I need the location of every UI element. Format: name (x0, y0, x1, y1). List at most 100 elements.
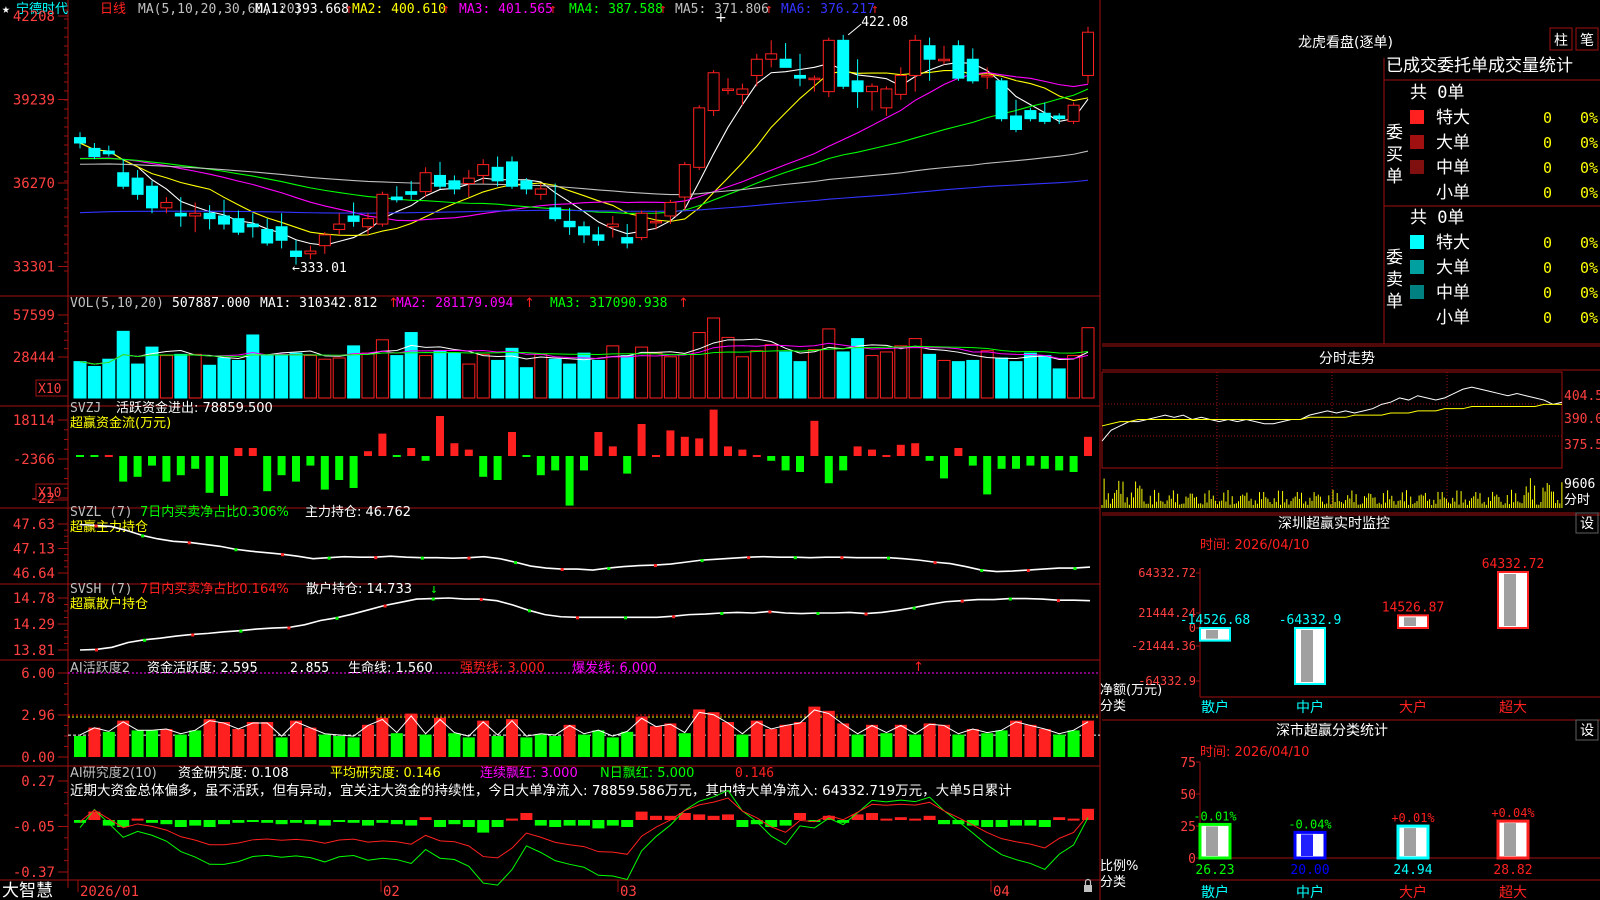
ai2-bar (722, 814, 734, 820)
svzj-bar (277, 456, 286, 476)
lhb-row-pct: 0% (1580, 159, 1598, 177)
ma-line-4 (79, 88, 1089, 214)
volume-bar (1023, 352, 1037, 399)
volume-bar (966, 359, 980, 399)
svzlChart-dot (607, 567, 611, 571)
ai1-bar (822, 710, 835, 757)
monitor-axis-label: -21444.36 (1131, 639, 1196, 653)
candle-body (923, 45, 936, 60)
volume-bar (87, 365, 101, 399)
volume-bar (879, 351, 893, 399)
svzlChart-dot (94, 524, 98, 528)
volume-chart[interactable] (73, 317, 1095, 399)
candle-body (606, 223, 619, 228)
stats-settings-label[interactable]: 设 (1580, 723, 1594, 739)
ai1-bar (160, 729, 173, 757)
intraday-chart[interactable]: 404.5 390.0 375.5 9606分时 (1101, 371, 1600, 510)
svshChart-dot (383, 604, 387, 608)
ai2-bar (275, 820, 288, 825)
svzj-bar (292, 456, 300, 482)
favorite-star-icon[interactable]: ★ (2, 2, 10, 17)
main-chart-header: ★ 宁德时代 日线 MA(5,10,20,30,60,120) MA1: 393… (2, 1, 879, 17)
ai2-comment: 近期大资金总体偏多，虽不活跃，但有异动，宜关注大资金的持续性，今日大单净流入: … (70, 782, 1012, 799)
monitor-bar-shade (1404, 617, 1416, 626)
candle-body (909, 39, 922, 76)
date-label: 04 (993, 884, 1010, 900)
ai1-bar (995, 730, 1008, 757)
volume-bar (1081, 327, 1095, 399)
ai1-bar (333, 736, 346, 757)
ai2-bar (261, 820, 274, 823)
lhb-row-label: 大单 (1436, 258, 1470, 278)
high-marker: 422.08 (861, 15, 908, 30)
svsh-chart[interactable] (79, 597, 1091, 652)
ai2-chart[interactable] (74, 789, 1094, 886)
ai1-t1: 资金活跃度: 2.595 (147, 660, 258, 676)
ai2-bar (318, 820, 331, 826)
volume-bar (635, 346, 649, 399)
candle-body (189, 212, 202, 217)
svshChart-dot (191, 633, 195, 637)
ai1-t3: 生命线: 1.560 (348, 660, 433, 676)
svzj-bar (508, 432, 516, 456)
monitor-settings-label[interactable]: 设 (1580, 516, 1594, 532)
candle-body (318, 234, 331, 247)
intraday-axis-label: 375.5 (1564, 438, 1600, 453)
volume-bar (433, 350, 447, 399)
svzj-bar (623, 456, 632, 474)
monitor-panel: 深圳超赢实时监控 设 时间: 2026/04/10 净额(万元) 分类 6433… (1100, 512, 1600, 716)
svzj-bar (176, 456, 185, 476)
period-label[interactable]: 日线 (100, 2, 126, 17)
svzl-header: SVZL (7) 7日内买卖净占比0.306% 主力持仓: 46.762 超赢主… (70, 504, 411, 535)
vol-ma-label-1: MA1: 310342.812 (260, 296, 377, 311)
svzj-bar (954, 448, 963, 456)
candle-body (750, 58, 763, 76)
ai2-bar (693, 814, 706, 820)
ai1-bar (938, 724, 950, 757)
svshChart-dot (527, 609, 531, 613)
lhb-row-pct: 0% (1580, 184, 1598, 202)
stats-chart[interactable]: 7550250-0.01%26.23散户-0.04%20.00中户+0.01%2… (1180, 756, 1600, 900)
svzj-bar (925, 456, 934, 461)
lhb-row-value: 0 (1543, 284, 1552, 302)
lhb-sell-side: 委 (1386, 248, 1403, 268)
ai1-axis: 6.00 2.96 0.00 (21, 666, 68, 766)
volume-bar (1038, 355, 1052, 399)
lhb-tick-label[interactable]: 笔 (1580, 33, 1594, 49)
scroll-lock-icon[interactable] (1084, 878, 1092, 892)
candle-body (390, 196, 403, 201)
ai1-bar (88, 727, 101, 757)
svzlChart-dot (234, 548, 238, 552)
candle-body (1053, 115, 1066, 120)
vol-ma-arrow: ↑ (678, 296, 689, 311)
stats-bar-shade (1206, 826, 1218, 856)
svshChart-dot (479, 598, 483, 602)
svzl-chart[interactable] (79, 523, 1091, 573)
candle-body (664, 201, 677, 217)
monitor-title: 深圳超赢实时监控 (1278, 515, 1390, 532)
volume-bar (707, 317, 721, 399)
candle-body (174, 212, 187, 217)
candle-body (736, 88, 749, 95)
svzj-bar (896, 444, 905, 456)
svzj-bar (450, 443, 459, 456)
ma-line-6 (79, 179, 1089, 214)
monitor-chart[interactable]: 64332.7221444.240-21444.36-64332.9-14526… (1131, 557, 1600, 716)
candle-body (851, 80, 864, 93)
svzj-bar (479, 456, 488, 477)
svshChart-dot (816, 612, 820, 616)
lhb-color-swatch (1410, 135, 1424, 149)
svshChart-dot (287, 626, 291, 630)
candlestick-chart[interactable]: 422.08 ←333.01 + (74, 10, 1094, 276)
axis-label: 6.00 (21, 666, 55, 682)
ai2-bar (304, 820, 317, 825)
svzj-bar (1055, 456, 1064, 471)
svzj-bar (364, 451, 372, 456)
ai2-t3: 连续飘红: 3.000 (480, 765, 578, 781)
ai1-bar (131, 730, 144, 757)
lhb-bar-label[interactable]: 柱 (1554, 33, 1568, 49)
svzl-axis: 47.63 47.13 46.64 (13, 517, 68, 582)
svzj-chart[interactable] (76, 409, 1092, 506)
svzj-bar (493, 456, 502, 480)
svzj-bar (565, 456, 574, 506)
